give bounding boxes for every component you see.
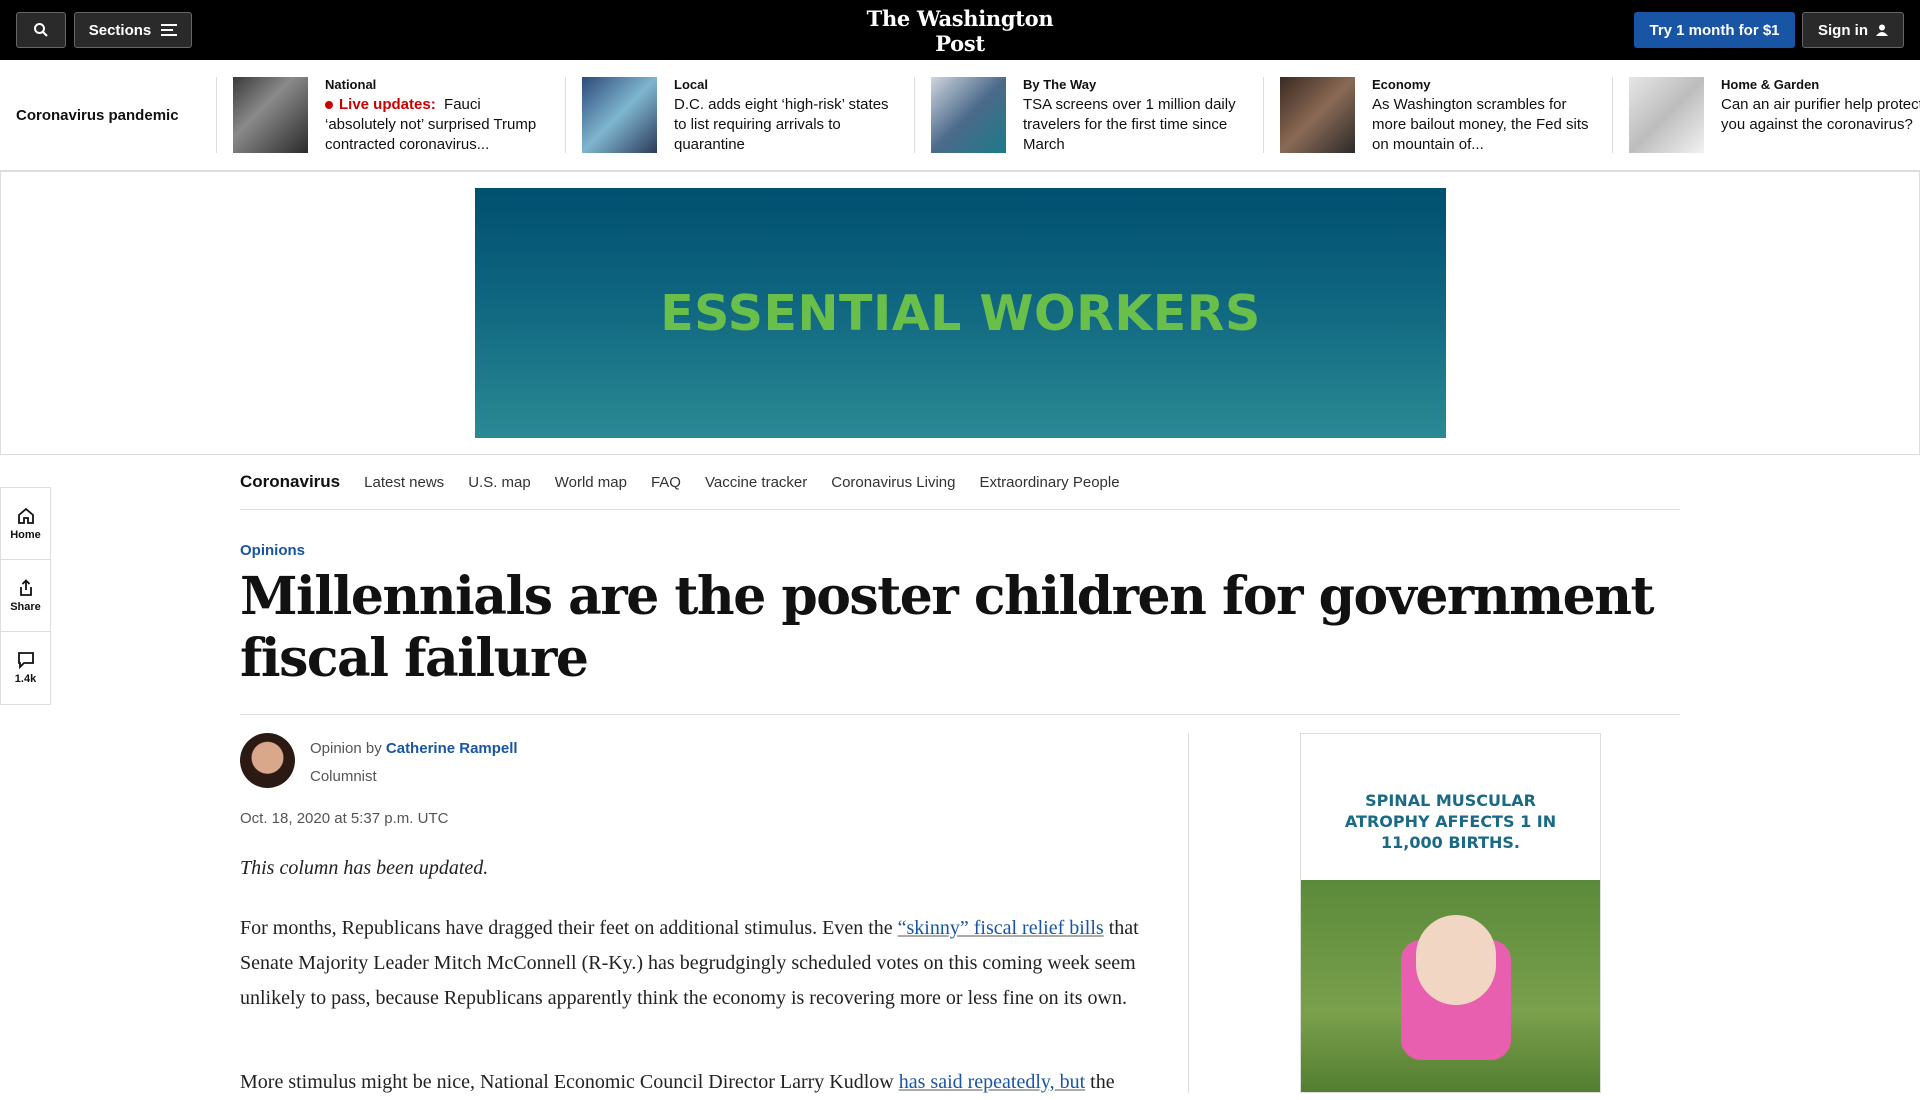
- banner-ad[interactable]: ESSENTIAL WORKERS: [475, 188, 1446, 438]
- strip-kicker[interactable]: Local: [674, 77, 904, 92]
- home-rail-label: Home: [10, 528, 41, 541]
- sign-in-label: Sign in: [1818, 21, 1868, 39]
- strip-title[interactable]: Coronavirus pandemic: [16, 107, 179, 124]
- sections-button[interactable]: Sections: [74, 12, 192, 48]
- topic-subnav: Coronavirus Latest news U.S. map World m…: [240, 455, 1680, 510]
- strip-item[interactable]: National Live updates: Fauci ‘absolutely…: [216, 77, 565, 153]
- subnav-link-coronavirus-living[interactable]: Coronavirus Living: [831, 474, 955, 491]
- story-thumbnail[interactable]: [582, 77, 657, 153]
- live-dot-icon: [325, 101, 333, 110]
- strip-item[interactable]: By The Way TSA screens over 1 million da…: [914, 77, 1263, 153]
- subnav-link-vaccine-tracker[interactable]: Vaccine tracker: [705, 474, 807, 491]
- home-rail-button[interactable]: Home: [1, 488, 50, 560]
- strip-headline[interactable]: TSA screens over 1 million daily travele…: [1023, 95, 1253, 155]
- paragraph-text: More stimulus might be nice, National Ec…: [240, 1071, 899, 1093]
- strip-headline[interactable]: As Washington scrambles for more bailout…: [1372, 95, 1602, 155]
- subnav-link-latest-news[interactable]: Latest news: [364, 474, 444, 491]
- baby-shape: [1416, 915, 1496, 1005]
- strip-item[interactable]: Local D.C. adds eight ‘high-risk’ states…: [565, 77, 914, 153]
- live-label: Live updates:: [339, 96, 436, 113]
- strip-headline[interactable]: Can an air purifier help protect you aga…: [1721, 95, 1920, 135]
- author-link[interactable]: Catherine Rampell: [386, 740, 518, 757]
- sections-label: Sections: [88, 21, 152, 39]
- menu-icon: [161, 24, 178, 36]
- paragraph-text: the: [1085, 1071, 1115, 1093]
- strip-kicker[interactable]: National: [325, 77, 555, 92]
- share-rail-label: Share: [10, 600, 41, 613]
- paragraph-text: For months, Republicans have dragged the…: [240, 917, 898, 939]
- banner-ad-container: ESSENTIAL WORKERS: [0, 171, 1920, 455]
- sidebar-ad-text: SPINAL MUSCULAR ATROPHY AFFECTS 1 IN 11,…: [1344, 791, 1557, 852]
- share-rail: Home Share 1.4k: [0, 487, 51, 705]
- article-paragraph: For months, Republicans have dragged the…: [240, 911, 1160, 1016]
- subnav-link-us-map[interactable]: U.S. map: [468, 474, 531, 491]
- banner-ad-text: ESSENTIAL WORKERS: [660, 284, 1261, 342]
- comment-icon: [17, 652, 34, 669]
- comments-rail-button[interactable]: 1.4k: [1, 632, 50, 704]
- strip-item[interactable]: Economy As Washington scrambles for more…: [1263, 77, 1612, 153]
- share-rail-button[interactable]: Share: [1, 560, 50, 632]
- search-button[interactable]: [16, 12, 66, 48]
- story-thumbnail[interactable]: [233, 77, 308, 153]
- subnav-link-faq[interactable]: FAQ: [651, 474, 681, 491]
- strip-item[interactable]: Home & Garden Can an air purifier help p…: [1612, 77, 1920, 153]
- user-icon: [1876, 24, 1888, 36]
- article-headline: Millennials are the poster children for …: [240, 566, 1680, 715]
- subnav-brand[interactable]: Coronavirus: [240, 472, 340, 492]
- home-icon: [17, 507, 34, 524]
- article-paragraph: More stimulus might be nice, National Ec…: [240, 1065, 1160, 1100]
- sidebar-ad[interactable]: SPINAL MUSCULAR ATROPHY AFFECTS 1 IN 11,…: [1300, 733, 1601, 1093]
- author-avatar[interactable]: [240, 733, 295, 788]
- search-icon: [34, 23, 48, 37]
- comment-count: 1.4k: [14, 673, 37, 685]
- inline-link[interactable]: has said repeatedly, but: [899, 1071, 1085, 1093]
- strip-headline[interactable]: D.C. adds eight ‘high-risk’ states to li…: [674, 95, 904, 155]
- subscribe-button[interactable]: Try 1 month for $1: [1634, 12, 1795, 48]
- story-thumbnail[interactable]: [1629, 77, 1704, 153]
- strip-kicker[interactable]: Home & Garden: [1721, 77, 1920, 92]
- strip-headline[interactable]: Live updates: Fauci ‘absolutely not’ sur…: [325, 95, 555, 155]
- subnav-link-extraordinary-people[interactable]: Extraordinary People: [979, 474, 1119, 491]
- publish-date: Oct. 18, 2020 at 5:37 p.m. UTC: [240, 810, 449, 827]
- top-bar: Sections The Washington Post Democracy D…: [0, 0, 1920, 73]
- logo-title: The Washington Post: [866, 6, 1054, 56]
- byline-prefix: Opinion by: [310, 740, 382, 757]
- article-kicker[interactable]: Opinions: [240, 542, 305, 559]
- sidebar-ad-photo: [1301, 880, 1600, 1092]
- story-thumbnail[interactable]: [931, 77, 1006, 153]
- coronavirus-strip: Coronavirus pandemic National Live updat…: [0, 60, 1920, 171]
- strip-kicker[interactable]: By The Way: [1023, 77, 1253, 92]
- byline: Opinion by Catherine Rampell: [310, 740, 518, 757]
- inline-link[interactable]: “skinny” fiscal relief bills: [898, 917, 1104, 939]
- sign-in-button[interactable]: Sign in: [1802, 12, 1904, 48]
- story-thumbnail[interactable]: [1280, 77, 1355, 153]
- column-divider: [1188, 733, 1189, 1093]
- update-note: This column has been updated.: [240, 857, 489, 879]
- subnav-link-world-map[interactable]: World map: [555, 474, 627, 491]
- share-icon: [19, 578, 32, 596]
- strip-kicker[interactable]: Economy: [1372, 77, 1602, 92]
- author-role: Columnist: [310, 768, 377, 785]
